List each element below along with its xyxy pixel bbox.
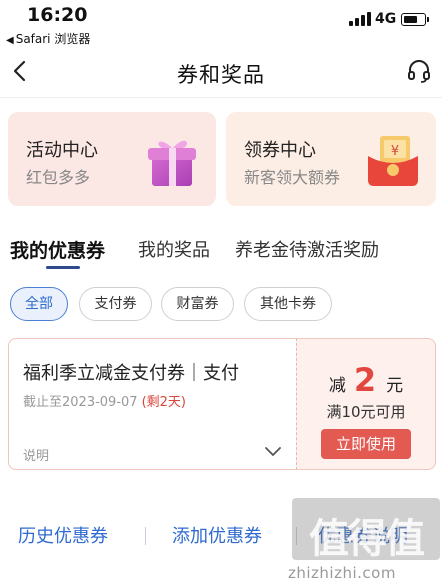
filter-chips: 全部 支付券 财富券 其他卡券 [0, 287, 442, 323]
filter-wealth[interactable]: 财富券 [161, 287, 234, 321]
back-to-app-link[interactable]: ◀ Safari 浏览器 [6, 30, 90, 47]
coupon-amount-unit: 元 [386, 376, 404, 396]
page-title: 券和奖品 [177, 63, 265, 87]
coupon-amount-prefix: 减 [328, 376, 346, 396]
filter-other-cards[interactable]: 其他卡券 [244, 287, 332, 321]
tab-my-prizes[interactable]: 我的奖品 [138, 236, 210, 262]
headset-icon[interactable] [406, 58, 432, 84]
coupon-card: 福利季立减金支付券｜支付 截止至2023-09-07 (剩2天) 说明 减2元 满… [8, 338, 436, 470]
red-envelope-icon: ¥ [368, 136, 418, 186]
battery-icon [401, 13, 429, 26]
coupon-expiry: 截止至2023-09-07 (剩2天) [23, 391, 186, 410]
status-time: 16:20 [27, 4, 88, 26]
network-label: 4G [375, 11, 397, 27]
activity-center-card[interactable]: 活动中心 红包多多 [8, 112, 216, 206]
coupon-expiry-date: 截止至2023-09-07 [23, 395, 138, 410]
activity-center-subtitle: 红包多多 [26, 168, 91, 187]
chevron-down-icon[interactable] [264, 445, 282, 459]
status-bar: 16:20 ◀ Safari 浏览器 4G [0, 0, 442, 46]
coupon-center-card[interactable]: 领券中心 新客领大额券 ¥ [226, 112, 436, 206]
gift-box-icon [148, 140, 196, 186]
coupon-remaining-days: (剩2天) [141, 395, 186, 410]
signal-icon [349, 12, 371, 26]
history-coupons-link[interactable]: 历史优惠券 [18, 522, 108, 548]
watermark-text: 值得值 [309, 516, 425, 562]
tab-active-indicator [46, 266, 80, 269]
svg-text:¥: ¥ [391, 144, 399, 159]
coupon-value-panel: 减2元 满10元可用 立即使用 [296, 338, 436, 470]
filter-payment[interactable]: 支付券 [79, 287, 152, 321]
coupon-center-subtitle: 新客领大额券 [244, 168, 341, 187]
activity-center-title: 活动中心 [26, 140, 98, 161]
back-app-label: Safari 浏览器 [15, 32, 91, 46]
coupon-note-toggle[interactable]: 说明 [23, 445, 49, 464]
coupon-amount: 减2元 [297, 361, 435, 399]
coupon-tabs: 我的优惠券 我的奖品 养老金待激活奖励 [0, 232, 442, 272]
watermark-logo: 值得值 [292, 498, 440, 562]
coupon-info: 福利季立减金支付券｜支付 截止至2023-09-07 (剩2天) 说明 [8, 338, 296, 470]
back-triangle-icon: ◀ [6, 35, 14, 46]
coupon-center-title: 领券中心 [244, 140, 316, 161]
divider [145, 527, 146, 545]
watermark-url: zhizhizhi.com [288, 564, 396, 582]
add-coupon-link[interactable]: 添加优惠券 [172, 522, 262, 548]
coupon-title: 福利季立减金支付券｜支付 [23, 363, 239, 384]
filter-all[interactable]: 全部 [10, 287, 68, 321]
use-now-button[interactable]: 立即使用 [321, 429, 411, 459]
coupon-condition: 满10元可用 [326, 403, 406, 421]
tab-pension-rewards[interactable]: 养老金待激活奖励 [235, 236, 379, 262]
nav-bar: 券和奖品 [0, 46, 442, 98]
coupon-amount-value: 2 [353, 361, 377, 399]
tab-my-coupons[interactable]: 我的优惠券 [10, 236, 105, 263]
